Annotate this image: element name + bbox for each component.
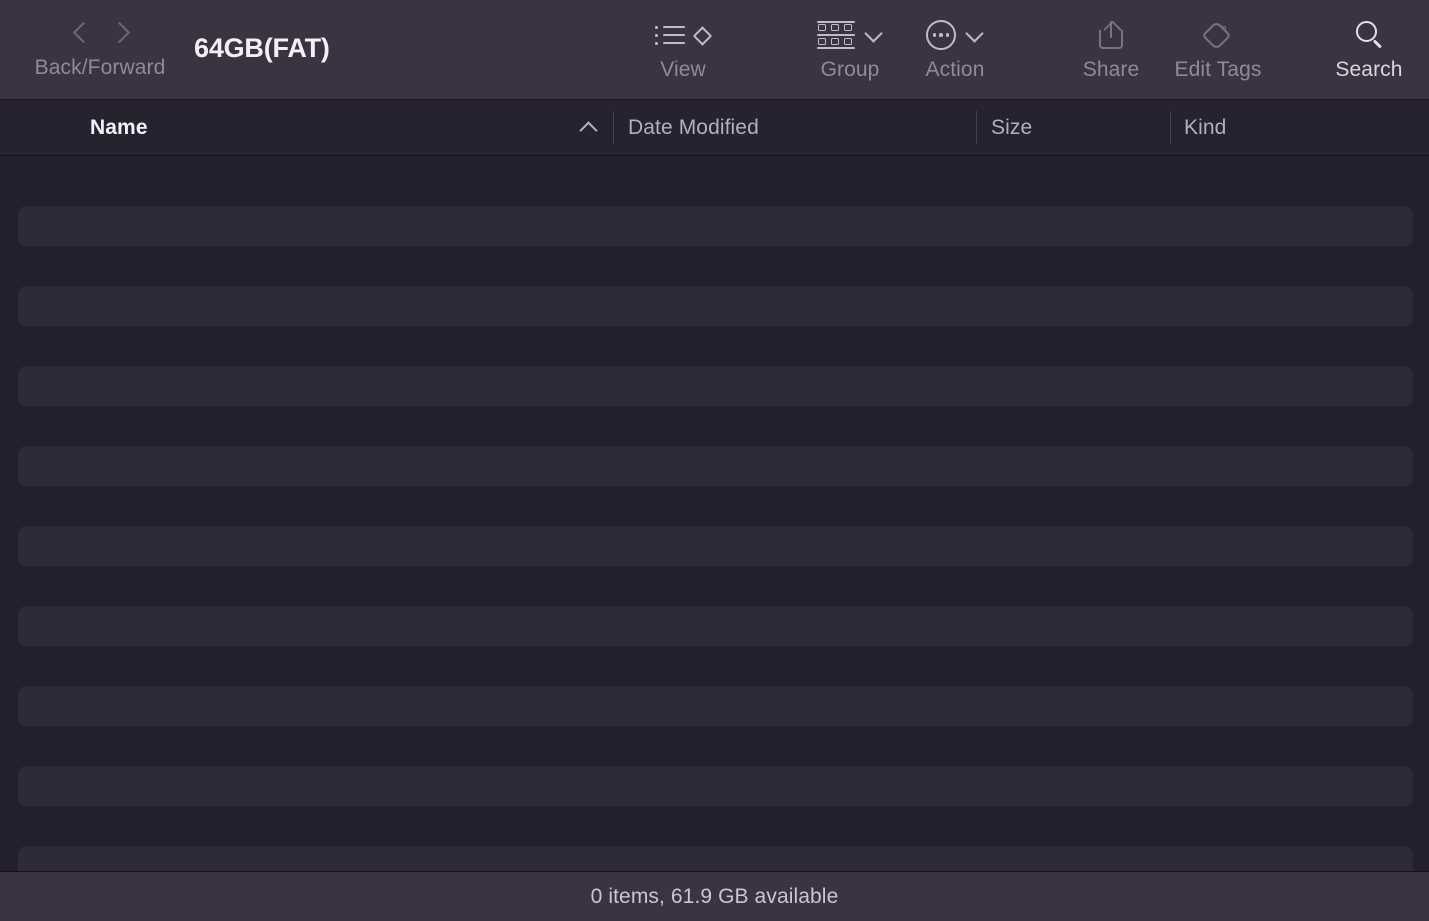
action-label: Action (925, 58, 985, 81)
column-header-size[interactable]: Size (991, 100, 1032, 155)
share-control[interactable]: Share (1072, 12, 1150, 82)
column-header-kind[interactable]: Kind (1184, 100, 1226, 155)
window-title: 64GB(FAT) (194, 33, 330, 63)
status-text: 0 items, 61.9 GB available (590, 884, 839, 908)
action-control[interactable]: Action (912, 12, 998, 82)
column-header-kind-label: Kind (1184, 115, 1227, 139)
list-row-stripe (18, 766, 1413, 806)
chevron-right-icon[interactable] (112, 21, 126, 47)
search-icon[interactable] (1353, 19, 1385, 51)
back-forward-control[interactable]: Back/Forward (28, 12, 172, 80)
list-row-stripe (18, 686, 1413, 726)
edit-tags-control[interactable]: Edit Tags (1168, 12, 1268, 82)
file-list[interactable] (0, 156, 1429, 871)
list-row-stripe (18, 206, 1413, 246)
chevron-down-icon[interactable] (865, 26, 883, 44)
search-control[interactable]: Search (1330, 12, 1408, 82)
group-grid-icon[interactable] (817, 21, 855, 49)
chevron-left-icon[interactable] (74, 21, 88, 47)
column-header-name[interactable]: Name (90, 100, 148, 155)
list-row-stripe (18, 606, 1413, 646)
column-header-date-modified[interactable]: Date Modified (628, 100, 759, 155)
view-label: View (660, 58, 706, 81)
search-label: Search (1335, 58, 1403, 81)
back-forward-label: Back/Forward (34, 56, 166, 79)
column-divider[interactable] (613, 111, 614, 144)
share-label: Share (1082, 58, 1140, 81)
sort-ascending-icon[interactable] (581, 120, 597, 136)
group-label: Group (820, 58, 880, 81)
share-icon[interactable] (1096, 19, 1126, 51)
list-row-stripe (18, 526, 1413, 566)
list-row-stripe (18, 286, 1413, 326)
tag-icon[interactable] (1201, 20, 1234, 51)
list-row-stripe (18, 446, 1413, 486)
column-header-date-modified-label: Date Modified (628, 115, 759, 139)
list-row-stripe (18, 366, 1413, 406)
list-row-stripe (18, 846, 1413, 871)
ellipsis-circle-icon[interactable] (926, 20, 956, 50)
edit-tags-label: Edit Tags (1174, 58, 1262, 81)
list-view-icon[interactable] (655, 24, 685, 46)
column-header-name-label: Name (90, 115, 148, 139)
column-header-row: Name Date Modified Size Kind (0, 100, 1429, 156)
chevron-down-icon[interactable] (966, 26, 984, 44)
column-header-size-label: Size (991, 115, 1033, 139)
column-divider[interactable] (1170, 111, 1171, 144)
view-control[interactable]: View (645, 12, 721, 82)
status-bar: 0 items, 61.9 GB available (0, 871, 1429, 921)
finder-window: Back/Forward 64GB(FAT) View Group Action… (0, 0, 1429, 921)
column-divider[interactable] (976, 111, 977, 144)
toolbar: Back/Forward 64GB(FAT) View Group Action… (0, 0, 1429, 100)
up-down-chevron-icon[interactable] (693, 22, 712, 48)
group-control[interactable]: Group (806, 12, 894, 82)
